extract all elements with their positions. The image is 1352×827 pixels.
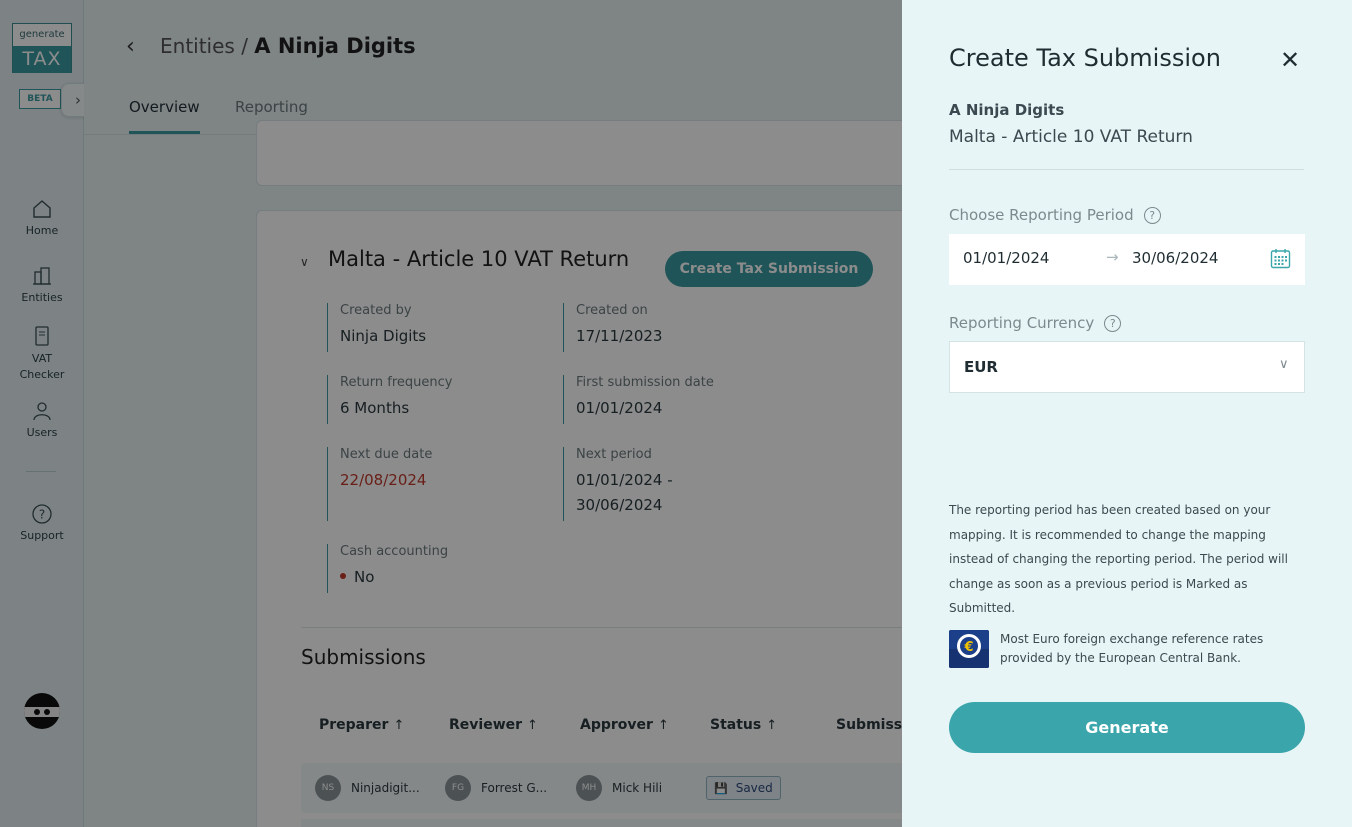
modal-backdrop[interactable]: [0, 0, 902, 827]
label-text: Choose Reporting Period: [949, 206, 1134, 224]
help-icon[interactable]: ?: [1104, 314, 1122, 332]
drawer-title: Create Tax Submission: [949, 44, 1221, 72]
drawer-entity-name: A Ninja Digits: [949, 101, 1065, 119]
close-icon[interactable]: ✕: [1280, 46, 1300, 74]
arrow-right-icon: →: [1106, 248, 1119, 266]
calendar-icon[interactable]: [1270, 248, 1291, 269]
create-submission-drawer: Create Tax Submission ✕ A Ninja Digits M…: [902, 0, 1352, 827]
generate-button[interactable]: Generate: [949, 702, 1305, 753]
period-end-input[interactable]: 30/06/2024: [1132, 249, 1218, 267]
chevron-down-icon: ∨: [1279, 357, 1289, 372]
currency-select[interactable]: EUR ∨: [949, 341, 1305, 393]
ecb-attribution: Most Euro foreign exchange reference rat…: [1000, 632, 1264, 665]
drawer-return-name: Malta - Article 10 VAT Return: [949, 127, 1193, 147]
label-text: Reporting Currency: [949, 314, 1095, 332]
svg-text:€: €: [963, 640, 973, 655]
ecb-logo: €: [949, 630, 989, 668]
reporting-period-note: The reporting period has been created ba…: [949, 503, 1288, 615]
reporting-period-label: Choose Reporting Period ?: [949, 206, 1161, 224]
currency-select-value: EUR: [964, 358, 998, 376]
drawer-divider: [949, 169, 1304, 170]
reporting-currency-label: Reporting Currency ?: [949, 314, 1122, 332]
help-icon[interactable]: ?: [1143, 206, 1161, 224]
reporting-period-picker[interactable]: 01/01/2024 → 30/06/2024: [949, 234, 1305, 285]
period-start-input[interactable]: 01/01/2024: [963, 249, 1049, 267]
